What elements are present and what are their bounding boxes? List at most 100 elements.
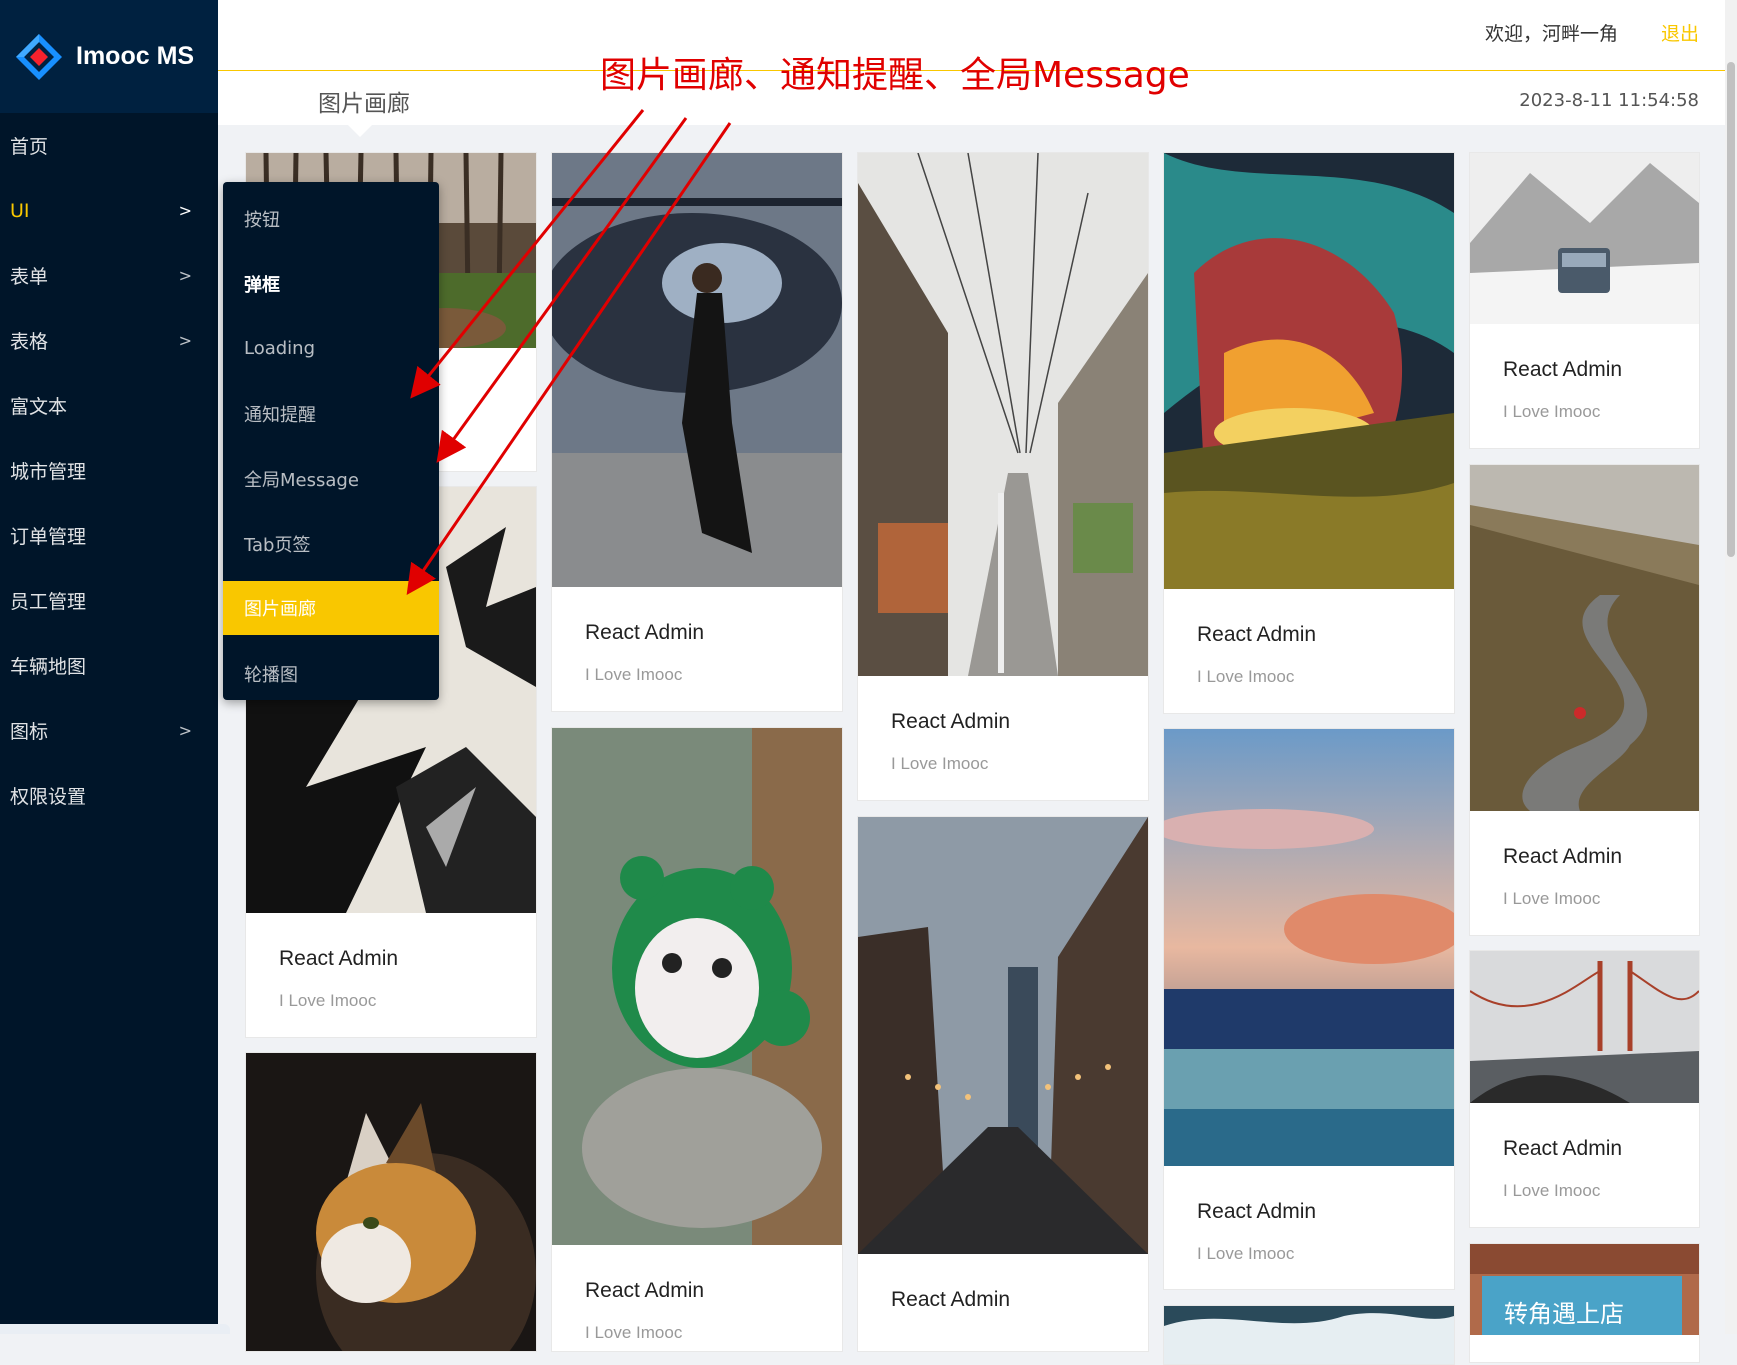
status-bar-stub — [0, 1324, 230, 1334]
sidebar-item-label: 图标 — [10, 721, 49, 743]
submenu-item-label: 通知提醒 — [244, 404, 316, 426]
card-title: React Admin — [1503, 358, 1623, 381]
gallery-card[interactable] — [1163, 1305, 1455, 1365]
gallery-card[interactable]: React Admin I Love Imooc — [551, 727, 843, 1352]
card-body: React Admin I Love Imooc — [858, 680, 1148, 774]
sidebar-item-order[interactable]: 订单管理 — [0, 503, 218, 568]
gallery-card[interactable]: React Admin I Love Imooc — [1469, 152, 1700, 449]
chevron-right-icon: > — [178, 721, 192, 740]
gallery-card[interactable]: 转角遇上店 — [1469, 1243, 1700, 1363]
card-desc: I Love Imooc — [279, 991, 377, 1010]
card-desc: I Love Imooc — [1503, 1181, 1601, 1200]
card-image — [1470, 951, 1699, 1103]
submenu-item-label: 弹框 — [244, 274, 280, 296]
gallery-card[interactable] — [245, 1052, 537, 1352]
sidebar-item-city[interactable]: 城市管理 — [0, 438, 218, 503]
logout-link[interactable]: 退出 — [1661, 19, 1699, 46]
card-title: React Admin — [1503, 1137, 1623, 1160]
card-image — [858, 153, 1148, 676]
breadcrumb-caret — [348, 125, 372, 137]
logo[interactable]: Imooc MS — [0, 0, 218, 113]
submenu-item-notification[interactable]: 通知提醒 — [223, 381, 439, 446]
card-desc: I Love Imooc — [1197, 1244, 1295, 1263]
submenu-item-label: Tab页签 — [244, 534, 311, 556]
sidebar-item-permission[interactable]: 权限设置 — [0, 763, 218, 828]
sidebar-item-form[interactable]: 表单 > — [0, 243, 218, 308]
card-body: React Admin I Love Imooc — [246, 917, 536, 1011]
card-image — [246, 1053, 536, 1351]
submenu-item-gallery[interactable]: 图片画廊 — [223, 581, 439, 635]
submenu-item-label: Loading — [244, 338, 316, 359]
gallery-card[interactable]: React Admin I Love Imooc — [1469, 950, 1700, 1228]
chevron-right-icon: > — [178, 266, 192, 285]
card-body: React Admin I Love Imooc — [1164, 593, 1454, 687]
card-title: React Admin — [1197, 623, 1317, 646]
card-body: React Admin I Love Imooc — [552, 591, 842, 685]
card-body: React Admin I Love Imooc — [1470, 1107, 1699, 1201]
gallery-card[interactable]: React Admin I Love Imooc — [551, 152, 843, 712]
card-body: React Admin I Love Imooc — [1164, 1170, 1454, 1264]
sidebar-item-label: 员工管理 — [10, 591, 87, 613]
sidebar-item-label: 表单 — [10, 266, 49, 288]
card-image — [1164, 153, 1454, 589]
card-desc: I Love Imooc — [1197, 667, 1295, 686]
card-desc: I Love Imooc — [1503, 889, 1601, 908]
submenu-item-label: 按钮 — [244, 209, 280, 231]
card-desc: I Love Imooc — [891, 754, 989, 773]
sidebar-item-bike-map[interactable]: 车辆地图 — [0, 633, 218, 698]
submenu-item-message[interactable]: 全局Message — [223, 446, 439, 511]
card-title: React Admin — [891, 710, 1011, 733]
submenu-item-modals[interactable]: 弹框 — [223, 251, 439, 316]
submenu-item-label: 轮播图 — [244, 664, 298, 686]
gallery-card[interactable]: React Admin I Love Imooc — [1469, 464, 1700, 936]
card-body: React Admin I Love Imooc — [552, 1249, 842, 1343]
card-title: React Admin — [891, 1288, 1011, 1311]
card-body: React Admin — [858, 1258, 1148, 1312]
sidebar-item-label: 车辆地图 — [10, 656, 87, 678]
gallery-card[interactable]: React Admin I Love Imooc — [857, 152, 1149, 801]
gallery-card[interactable]: React Admin — [857, 816, 1149, 1352]
card-title: React Admin — [585, 621, 705, 644]
sidebar-item-ui[interactable]: UI > — [0, 178, 218, 243]
sidebar-item-label: 权限设置 — [10, 786, 87, 808]
sidebar-menu: 首页 UI > 表单 > 表格 > 富文本 城市管理 订单管理 员工管理 车辆地图 图… — [0, 113, 218, 828]
logo-text: Imooc MS — [76, 42, 195, 70]
chevron-right-icon: > — [178, 331, 192, 350]
submenu-item-carousel[interactable]: 轮播图 — [223, 641, 439, 706]
gallery-card[interactable]: React Admin I Love Imooc — [1163, 152, 1455, 714]
submenu-item-label: 图片画廊 — [244, 599, 316, 620]
sidebar-item-label: UI — [10, 199, 30, 222]
card-title: React Admin — [1197, 1200, 1317, 1223]
sidebar-item-home[interactable]: 首页 — [0, 113, 218, 178]
submenu-item-buttons[interactable]: 按钮 — [223, 186, 439, 251]
annotation-text: 图片画廊、通知提醒、全局Message — [600, 55, 1190, 96]
card-image — [552, 728, 842, 1245]
sidebar-item-rich-text[interactable]: 富文本 — [0, 373, 218, 438]
card-desc: I Love Imooc — [1503, 402, 1601, 421]
card-image — [1470, 465, 1699, 811]
card-image — [1164, 1306, 1454, 1364]
sidebar-item-charts[interactable]: 图标 > — [0, 698, 218, 763]
sidebar-item-label: 城市管理 — [10, 461, 87, 483]
card-desc: I Love Imooc — [585, 1323, 683, 1342]
chevron-right-icon: > — [178, 201, 192, 220]
submenu-item-label: 全局Message — [244, 469, 359, 491]
sign-text: 转角遇上店 — [1504, 1300, 1624, 1328]
submenu-item-tabs[interactable]: Tab页签 — [223, 511, 439, 576]
card-title: React Admin — [279, 947, 399, 970]
card-image — [1470, 153, 1699, 324]
card-desc: I Love Imooc — [585, 665, 683, 684]
card-image — [552, 153, 842, 587]
card-title: React Admin — [1503, 845, 1623, 868]
scrollbar-thumb[interactable] — [1727, 62, 1735, 557]
datetime: 2023-8-11 11:54:58 — [1519, 90, 1699, 111]
logo-icon — [16, 33, 62, 80]
sidebar-item-staff[interactable]: 员工管理 — [0, 568, 218, 633]
gallery-card[interactable]: React Admin I Love Imooc — [1163, 728, 1455, 1290]
sidebar-item-label: 订单管理 — [10, 526, 87, 548]
submenu-item-loading[interactable]: Loading — [223, 316, 439, 381]
sidebar-item-label: 首页 — [10, 136, 49, 158]
sidebar-item-table[interactable]: 表格 > — [0, 308, 218, 373]
card-body: React Admin I Love Imooc — [1470, 328, 1699, 422]
card-image — [858, 817, 1148, 1254]
